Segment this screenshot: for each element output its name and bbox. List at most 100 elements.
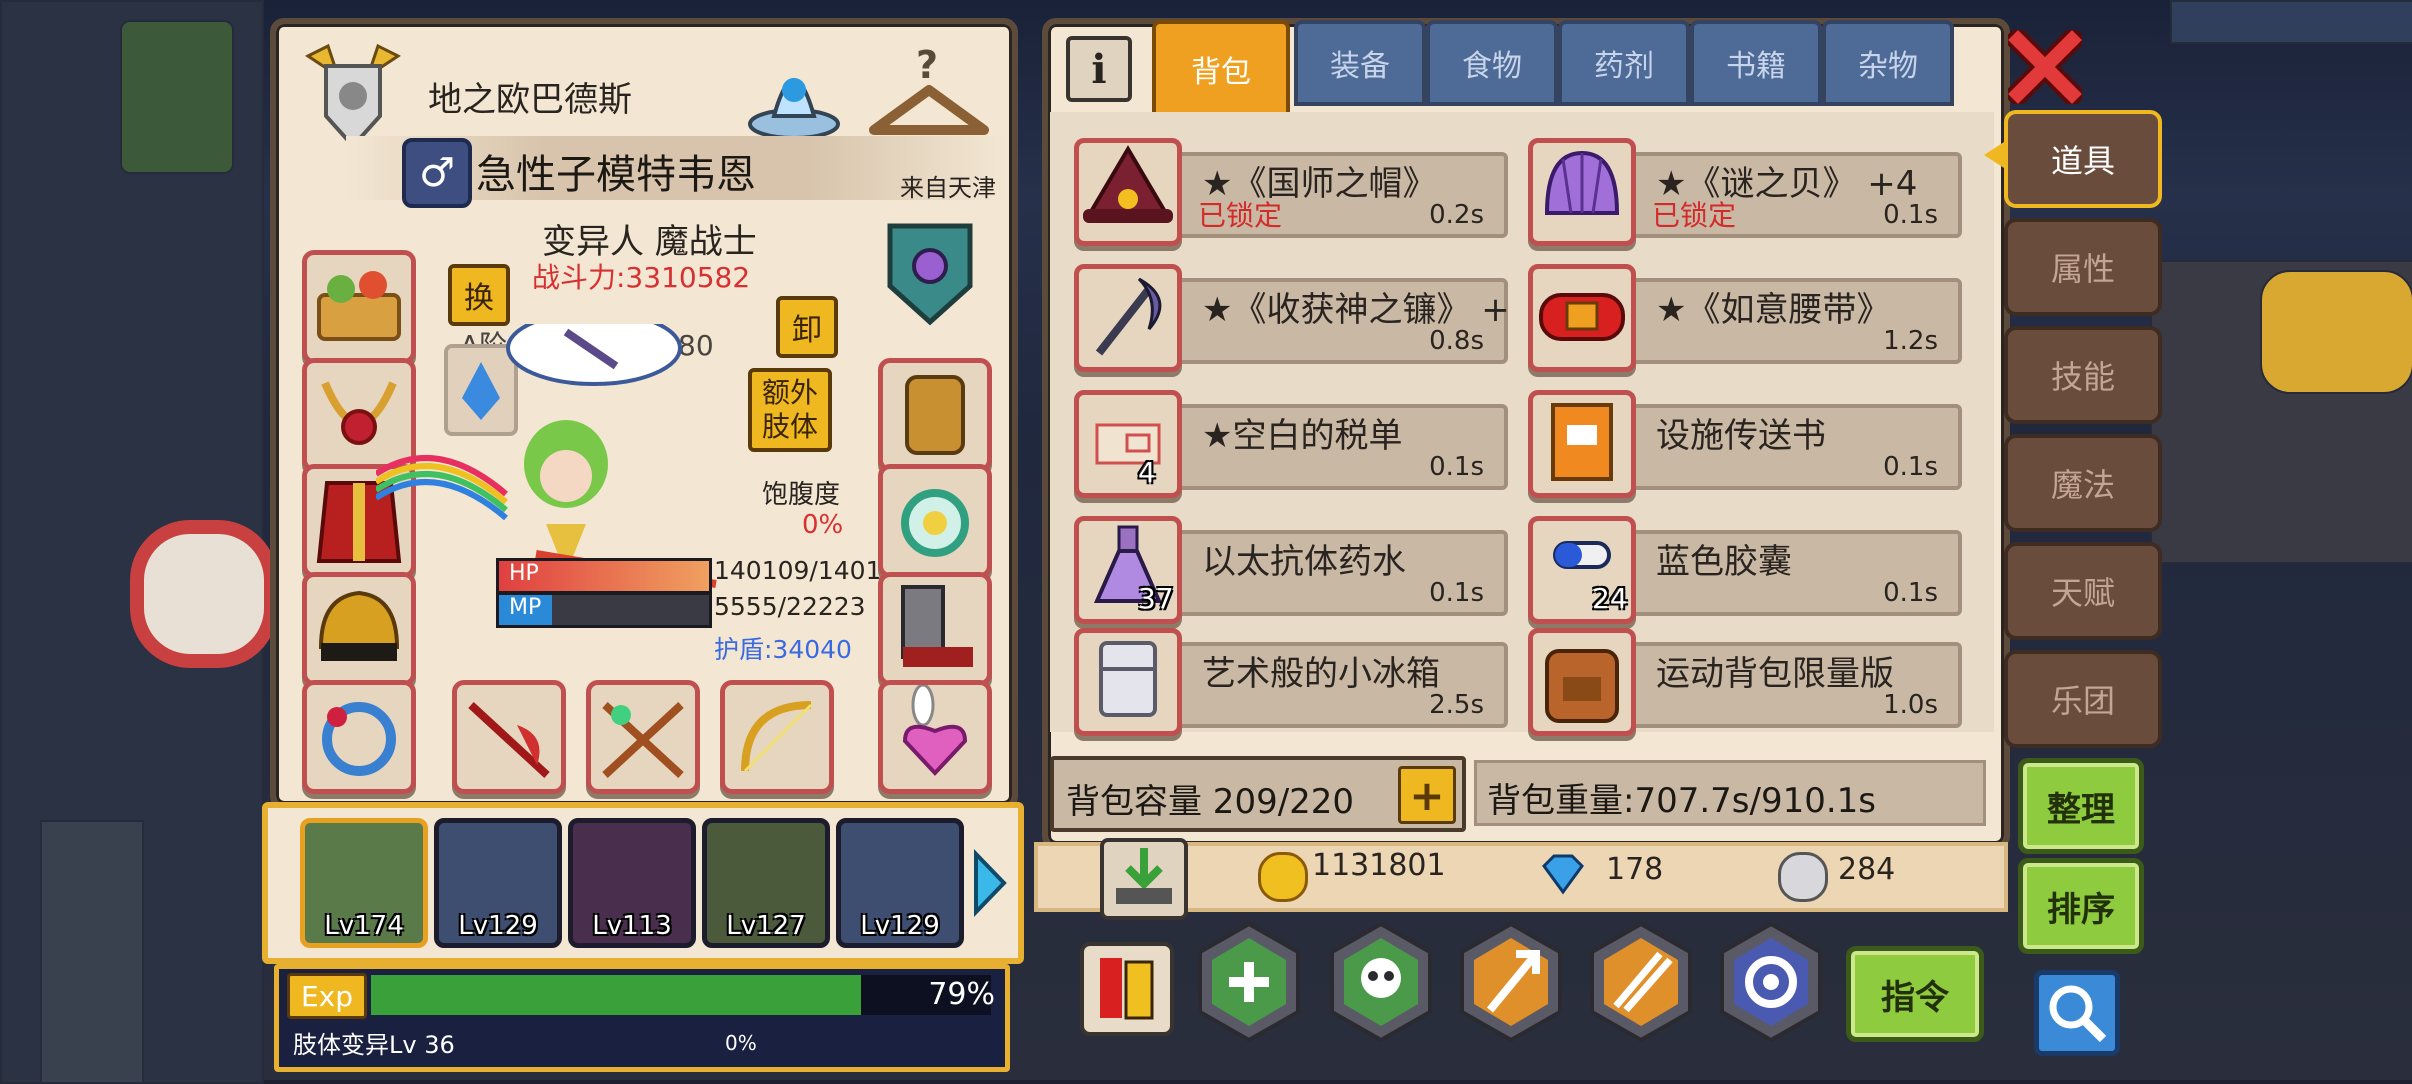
inventory-item[interactable]: 设施传送书 0.1s xyxy=(1522,382,1962,498)
tab-equipment[interactable]: 装备 xyxy=(1294,20,1426,106)
tab-backpack[interactable]: 背包 xyxy=(1152,20,1290,118)
party-member-2[interactable]: Lv129 xyxy=(434,818,562,948)
exp-panel: Exp 79% 肢体变异Lv 36 0% xyxy=(274,964,1010,1072)
tab-misc[interactable]: 杂物 xyxy=(1822,20,1954,106)
bunny-heart-icon xyxy=(902,683,968,776)
arrow-skill-icon[interactable] xyxy=(1456,920,1566,1044)
mp-value: 5555/22223 xyxy=(714,592,866,621)
combat-power: 战斗力:3310582 xyxy=(532,261,751,294)
sort-button[interactable]: 排序 xyxy=(2018,858,2144,954)
inventory-item[interactable]: ★《谜之贝》 +4 已锁定 0.1s xyxy=(1522,130,1962,246)
item-count: 37 xyxy=(1138,582,1174,615)
crystal-orb-icon[interactable] xyxy=(744,44,844,144)
boots-icon xyxy=(901,585,973,667)
mutation-level: 肢体变异Lv 36 xyxy=(293,1031,455,1059)
shell-icon xyxy=(1528,138,1636,246)
shield-value: 护盾:34040 xyxy=(714,635,852,664)
expand-capacity-button[interactable]: + xyxy=(1398,766,1456,824)
item-weight: 0.1s xyxy=(1883,578,1938,608)
item-name: 设施传送书 xyxy=(1656,416,1826,456)
side-tab-items[interactable]: 道具 xyxy=(2004,110,2162,208)
capacity-box: 背包容量 209/220 + xyxy=(1050,756,1466,832)
book-icon xyxy=(1528,390,1636,498)
item-weight: 0.2s xyxy=(1429,200,1484,230)
exp-bar-fill xyxy=(371,975,861,1015)
equip-slot-gauntlet[interactable] xyxy=(878,358,992,472)
diamond-icon xyxy=(1538,852,1588,896)
party-next-arrow-icon[interactable] xyxy=(970,848,1010,918)
multi-arrow-skill-icon[interactable] xyxy=(1586,920,1696,1044)
equip-slot-ring[interactable] xyxy=(302,680,416,794)
party-member-5[interactable]: Lv129 xyxy=(836,818,964,948)
item-weight: 1.0s xyxy=(1883,690,1938,720)
diamond-amount: 178 xyxy=(1606,852,1664,887)
item-count: 4 xyxy=(1138,456,1156,489)
tab-food[interactable]: 食物 xyxy=(1426,20,1558,106)
item-weight: 0.1s xyxy=(1429,452,1484,482)
extra-limb-button[interactable]: 额外肢体 xyxy=(748,368,832,452)
vortex-skill-icon[interactable] xyxy=(1716,920,1826,1044)
silver-amount: 284 xyxy=(1838,852,1896,887)
equip-slot-weapon-1[interactable] xyxy=(452,680,566,794)
crossbow-icon xyxy=(602,702,684,778)
side-tab-talent[interactable]: 天赋 xyxy=(2004,542,2162,640)
crest-shield-icon[interactable] xyxy=(880,216,980,328)
item-count: 24 xyxy=(1592,582,1628,615)
inventory-item[interactable]: 24 蓝色胶囊 0.1s xyxy=(1522,508,1962,624)
character-panel: 地之欧巴德斯 ? ♂ 急性子模特韦恩 来自天津 变异人 魔战士 战斗力:3310… xyxy=(270,18,1018,810)
info-icon[interactable]: i xyxy=(1066,36,1132,102)
swap-button[interactable]: 换 xyxy=(448,264,510,326)
equip-slot-accessory[interactable] xyxy=(878,680,992,794)
hanger-icon[interactable]: ? xyxy=(864,38,994,148)
scythe-icon xyxy=(1074,264,1182,372)
inventory-item[interactable]: ★《国师之帽》 已锁定 0.2s xyxy=(1068,130,1508,246)
exp-bar xyxy=(371,975,991,1015)
unequip-button[interactable]: 卸 xyxy=(776,296,838,358)
mutation-percent: 0% xyxy=(725,1031,757,1055)
inventory-item[interactable]: ★《如意腰带》 1.2s xyxy=(1522,256,1962,372)
party-member-level: Lv127 xyxy=(726,911,806,941)
party-member-1[interactable]: Lv174 xyxy=(300,818,428,948)
lamp-post-decoration xyxy=(40,820,144,1084)
close-icon[interactable] xyxy=(2002,24,2088,110)
item-locked-label: 已锁定 xyxy=(1652,199,1737,232)
command-button[interactable]: 指令 xyxy=(1846,946,1984,1042)
equip-slot-amulet[interactable] xyxy=(878,464,992,578)
download-icon[interactable] xyxy=(1100,838,1188,920)
item-name: 运动背包限量版 xyxy=(1656,654,1894,694)
life-ring-decoration xyxy=(130,520,278,668)
satiety-value: 0% xyxy=(802,510,844,540)
party-member-3[interactable]: Lv113 xyxy=(568,818,696,948)
inventory-item[interactable]: 艺术般的小冰箱 2.5s xyxy=(1068,620,1508,736)
silver-coin-icon xyxy=(1778,852,1828,902)
heal-skill-icon[interactable] xyxy=(1194,920,1304,1044)
yellow-robot-decoration xyxy=(2260,270,2412,394)
svg-text:?: ? xyxy=(916,43,938,87)
inventory-item[interactable]: 37 以太抗体药水 0.1s xyxy=(1068,508,1508,624)
inventory-item[interactable]: ★《收获神之镰》 + 0.8s xyxy=(1068,256,1510,372)
hp-value: 140109/1401 xyxy=(714,556,882,585)
gold-coin-icon xyxy=(1258,852,1308,902)
party-member-level: Lv113 xyxy=(592,911,672,941)
inventory-item[interactable]: 运动背包限量版 1.0s xyxy=(1522,620,1962,736)
equip-slot-weapon-3[interactable] xyxy=(720,680,834,794)
search-icon[interactable] xyxy=(2034,970,2120,1056)
equip-slot-boots[interactable] xyxy=(878,572,992,686)
side-tab-magic[interactable]: 魔法 xyxy=(2004,434,2162,532)
item-name: 蓝色胶囊 xyxy=(1656,542,1792,582)
item-name: ★《如意腰带》 xyxy=(1656,290,1891,330)
weight-box: 背包重量:707.7s/910.1s xyxy=(1474,760,1986,826)
side-tab-attributes[interactable]: 属性 xyxy=(2004,218,2162,316)
skull-skill-icon[interactable] xyxy=(1326,920,1436,1044)
equip-slot-weapon-2[interactable] xyxy=(586,680,700,794)
hotbar-number-icon[interactable] xyxy=(1080,942,1174,1036)
side-tab-band[interactable]: 乐团 xyxy=(2004,650,2162,748)
fridge-icon xyxy=(1074,628,1182,736)
tab-books[interactable]: 书籍 xyxy=(1690,20,1822,106)
tab-potion[interactable]: 药剂 xyxy=(1558,20,1690,106)
organize-button[interactable]: 整理 xyxy=(2018,758,2144,854)
side-tab-skills[interactable]: 技能 xyxy=(2004,326,2162,424)
inventory-item[interactable]: 4 ★空白的税单 0.1s xyxy=(1068,382,1508,498)
party-member-4[interactable]: Lv127 xyxy=(702,818,830,948)
character-name: 急性子模特韦恩 xyxy=(476,152,756,198)
